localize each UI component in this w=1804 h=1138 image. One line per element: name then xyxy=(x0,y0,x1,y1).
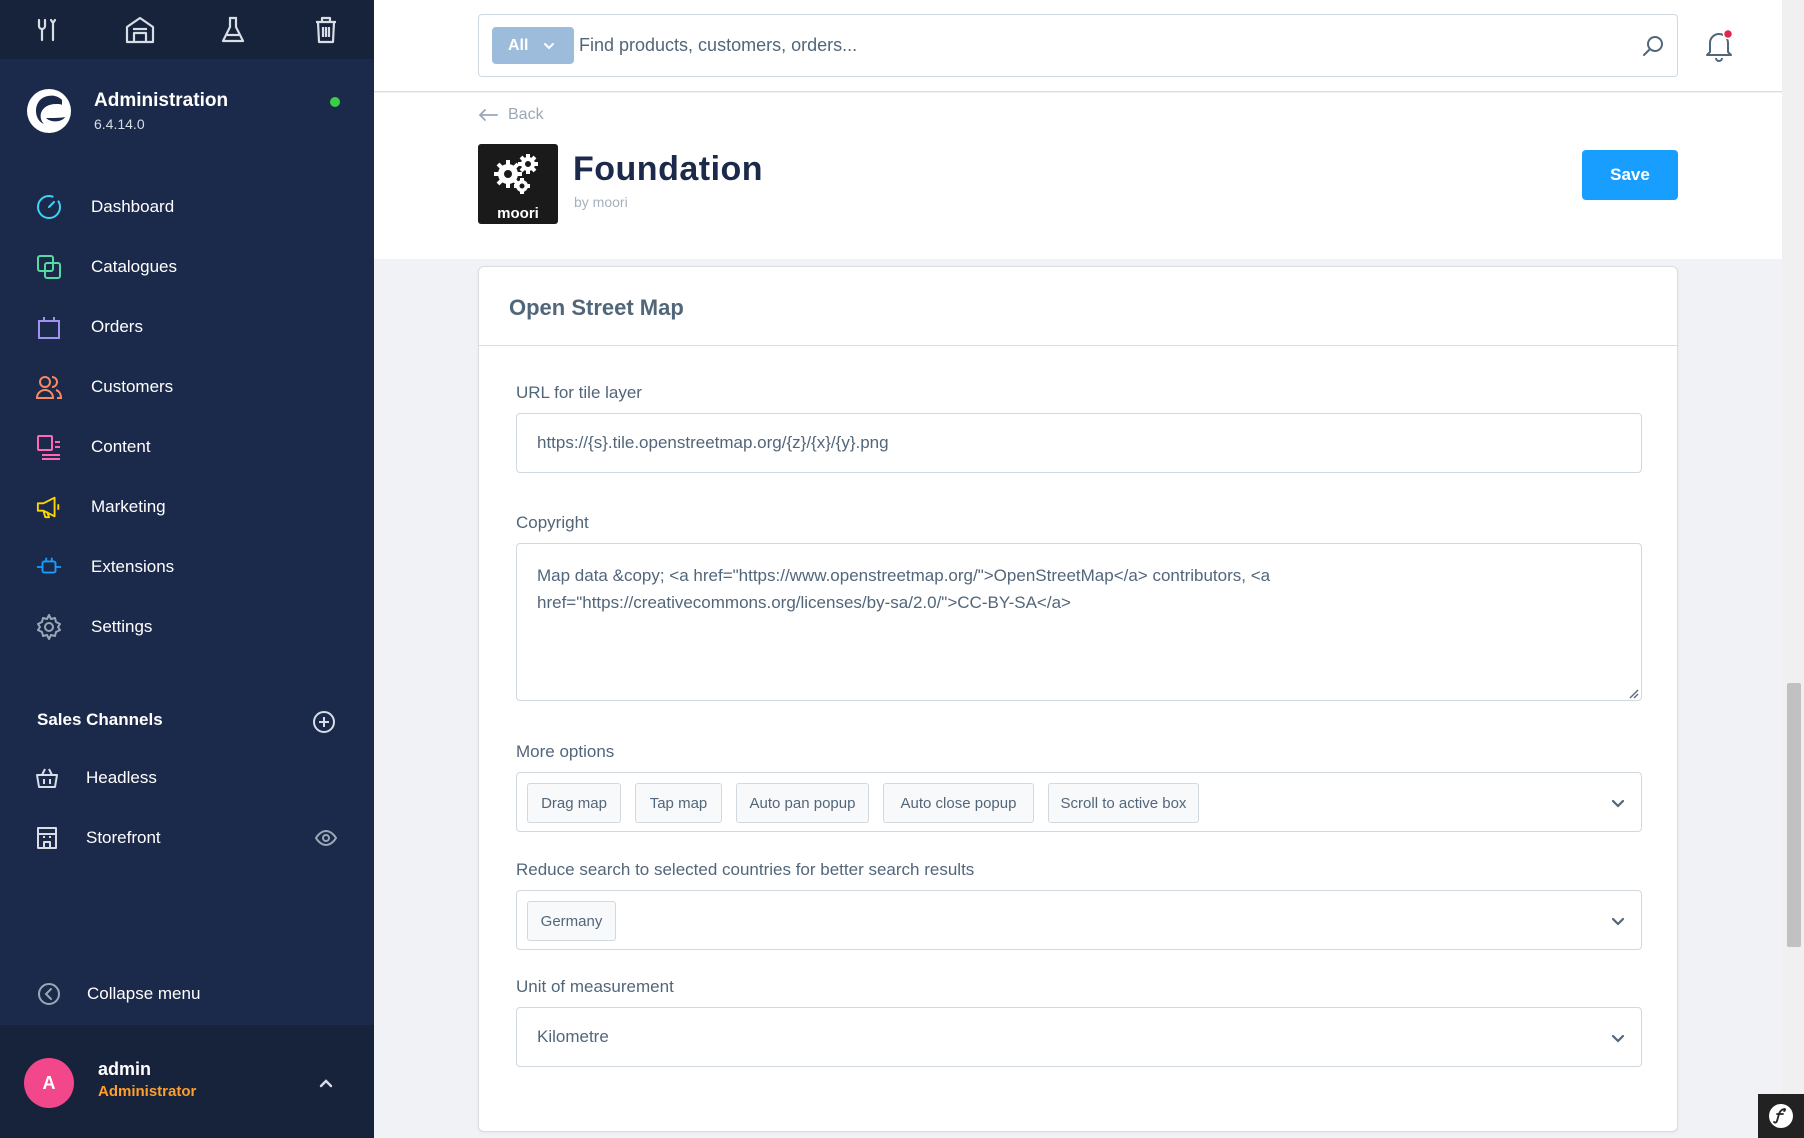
symfony-toolbar-icon[interactable] xyxy=(1758,1094,1804,1138)
channel-label: Headless xyxy=(86,768,157,787)
divider xyxy=(479,345,1677,346)
flask-icon[interactable] xyxy=(186,0,279,59)
eye-icon[interactable] xyxy=(314,826,338,850)
option-tag[interactable]: Tap map xyxy=(635,783,722,823)
nav-label: Dashboard xyxy=(91,197,175,216)
nav-item-dashboard[interactable]: Dashboard xyxy=(0,184,374,230)
nav-label: Marketing xyxy=(91,497,166,516)
unit-label: Unit of measurement xyxy=(516,977,674,996)
channel-item-headless[interactable]: Headless xyxy=(0,755,374,801)
channel-item-storefront[interactable]: Storefront xyxy=(0,815,374,861)
marketing-icon xyxy=(36,494,62,520)
notification-bell-icon[interactable] xyxy=(1702,28,1736,62)
dashboard-icon xyxy=(36,194,62,220)
brand-title: Administration xyxy=(94,90,229,111)
extensions-icon xyxy=(36,554,62,580)
nav-item-orders[interactable]: Orders xyxy=(0,304,374,350)
nav-label: Settings xyxy=(91,617,153,636)
countries-multiselect[interactable]: Germany xyxy=(516,890,1642,950)
back-link[interactable]: Back xyxy=(478,106,544,124)
search-type-label: All xyxy=(508,36,529,54)
nav-label: Orders xyxy=(91,317,143,336)
url-field-label: URL for tile layer xyxy=(516,383,642,402)
chevron-down-icon[interactable] xyxy=(1607,910,1629,932)
shop-icon[interactable] xyxy=(93,0,186,59)
online-status-dot xyxy=(330,97,340,107)
chevron-down-icon[interactable] xyxy=(1607,792,1629,814)
brand: Administration 6.4.14.0 xyxy=(26,88,228,134)
chevron-left-circle-icon xyxy=(38,983,60,1005)
nav-item-content[interactable]: Content xyxy=(0,424,374,470)
chevron-up-icon[interactable] xyxy=(313,1070,339,1096)
nav-item-customers[interactable]: Customers xyxy=(0,364,374,410)
scrollbar-thumb[interactable] xyxy=(1787,683,1801,947)
storefront-icon xyxy=(35,826,59,850)
nav-item-settings[interactable]: Settings xyxy=(0,604,374,650)
more-options-label: More options xyxy=(516,742,615,761)
app-logo-text: moori xyxy=(497,205,539,222)
copyright-field-label: Copyright xyxy=(516,513,589,532)
user-role: Administrator xyxy=(98,1083,197,1100)
nav-label: Catalogues xyxy=(91,257,178,276)
resize-grip-icon[interactable] xyxy=(1627,687,1639,699)
option-tag[interactable]: Auto close popup xyxy=(883,783,1034,823)
customers-icon xyxy=(36,374,62,400)
search-icon[interactable] xyxy=(1641,34,1665,58)
sales-channels-title: Sales Channels xyxy=(37,710,163,729)
option-tag[interactable]: Auto pan popup xyxy=(736,783,869,823)
url-value: https://{s}.tile.openstreetmap.org/{z}/{… xyxy=(537,433,889,452)
content-icon xyxy=(36,434,62,460)
arrow-left-icon xyxy=(478,109,498,121)
top-header: All xyxy=(374,0,1782,92)
app-author: by moori xyxy=(574,194,628,210)
avatar[interactable]: A xyxy=(24,1058,74,1108)
global-search: All xyxy=(478,14,1678,77)
page-title: Foundation xyxy=(573,150,764,188)
chevron-down-icon xyxy=(544,43,554,50)
search-input[interactable] xyxy=(579,27,1609,64)
countries-label: Reduce search to selected countries for … xyxy=(516,860,975,879)
more-options-multiselect[interactable]: Drag map Tap map Auto pan popup Auto clo… xyxy=(516,772,1642,832)
settings-icon xyxy=(36,614,62,640)
settings-card: Open Street Map URL for tile layer https… xyxy=(478,266,1678,1132)
shopware-logo-icon xyxy=(27,89,71,133)
tools-icon[interactable] xyxy=(0,0,93,59)
add-sales-channel-icon[interactable] xyxy=(312,710,336,734)
sidebar: Administration 6.4.14.0 Dashboard Catalo… xyxy=(0,0,374,1138)
nav-label: Extensions xyxy=(91,557,175,576)
save-button[interactable]: Save xyxy=(1582,150,1678,200)
orders-icon xyxy=(36,314,62,340)
trash-icon[interactable] xyxy=(279,0,372,59)
catalogues-icon xyxy=(36,254,62,280)
copyright-textarea[interactable]: Map data &copy; <a href="https://www.ope… xyxy=(516,543,1642,701)
nav-item-catalogues[interactable]: Catalogues xyxy=(0,244,374,290)
nav-item-extensions[interactable]: Extensions xyxy=(0,544,374,590)
user-panel: A admin Administrator xyxy=(0,1025,374,1138)
card-title: Open Street Map xyxy=(509,295,684,320)
collapse-menu-label: Collapse menu xyxy=(87,984,201,1003)
chevron-down-icon xyxy=(1611,1034,1625,1043)
page-scrollbar[interactable] xyxy=(1782,0,1804,1138)
brand-version: 6.4.14.0 xyxy=(94,116,145,132)
page-header: Back moori Foundation by moori Save xyxy=(374,93,1782,259)
channel-label: Storefront xyxy=(86,828,161,847)
sidebar-top-toolbar xyxy=(0,0,374,59)
nav-label: Customers xyxy=(91,377,174,396)
app-logo: moori xyxy=(478,144,558,224)
back-label: Back xyxy=(508,106,544,123)
basket-icon xyxy=(35,766,59,790)
search-type-select[interactable]: All xyxy=(492,27,574,64)
collapse-menu[interactable]: Collapse menu xyxy=(0,974,374,1014)
user-name: admin xyxy=(98,1059,152,1079)
option-tag[interactable]: Scroll to active box xyxy=(1048,783,1199,823)
unit-value: Kilometre xyxy=(537,1027,609,1046)
gears-icon xyxy=(494,154,538,194)
option-tag[interactable]: Drag map xyxy=(527,783,621,823)
unit-select[interactable]: Kilometre xyxy=(516,1007,1642,1067)
url-tile-layer-input[interactable]: https://{s}.tile.openstreetmap.org/{z}/{… xyxy=(516,413,1642,473)
country-tag[interactable]: Germany xyxy=(527,901,616,941)
nav-label: Content xyxy=(91,437,151,456)
nav-item-marketing[interactable]: Marketing xyxy=(0,484,374,530)
